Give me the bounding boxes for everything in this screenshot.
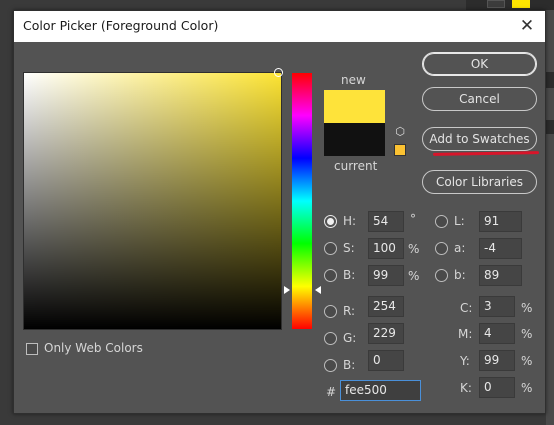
hsb-b-label: B:	[343, 268, 356, 282]
g-field[interactable]: 229	[368, 323, 404, 344]
r-label: R:	[343, 304, 356, 318]
k-label: K:	[460, 381, 472, 395]
y-unit: %	[521, 354, 533, 368]
color-field[interactable]	[24, 73, 281, 329]
add-to-swatches-button[interactable]: Add to Swatches	[422, 127, 537, 151]
color-field-black-gradient	[24, 73, 281, 329]
new-color-label: new	[341, 73, 366, 87]
only-web-colors-label: Only Web Colors	[44, 341, 143, 355]
hex-label: #	[326, 385, 337, 399]
hsb-b-unit: %	[408, 269, 420, 283]
close-icon[interactable]: ✕	[515, 14, 539, 38]
radio-h[interactable]	[324, 215, 337, 228]
red-underline-annotation	[432, 151, 540, 156]
k-field[interactable]: 0	[479, 377, 515, 398]
hue-slider[interactable]	[292, 73, 312, 329]
h-field[interactable]: 54	[368, 211, 404, 232]
h-unit: °	[410, 212, 416, 226]
l-label: L:	[454, 214, 465, 228]
background-swatch-yellow	[512, 0, 530, 8]
new-color-swatch[interactable]	[324, 90, 385, 123]
radio-s[interactable]	[324, 242, 337, 255]
rgb-b-label: B:	[343, 358, 356, 372]
y-label: Y:	[460, 354, 470, 368]
c-unit: %	[521, 301, 533, 315]
radio-hsb-b[interactable]	[324, 269, 337, 282]
s-label: S:	[343, 241, 355, 255]
dialog-titlebar: Color Picker (Foreground Color) ✕	[14, 11, 545, 42]
hue-slider-right-handle[interactable]	[315, 286, 321, 294]
cancel-button[interactable]: Cancel	[422, 87, 537, 111]
l-field[interactable]: 91	[479, 211, 522, 232]
gamut-warning-swatch[interactable]	[394, 144, 406, 156]
m-field[interactable]: 4	[479, 323, 515, 344]
hex-field[interactable]: fee500	[340, 380, 421, 401]
current-color-swatch[interactable]	[324, 123, 385, 156]
color-picker-dialog: Color Picker (Foreground Color) ✕ new cu…	[13, 10, 546, 414]
cube-icon[interactable]: ⬡	[394, 126, 406, 138]
current-color-label: current	[334, 159, 378, 173]
m-unit: %	[521, 327, 533, 341]
background-swatch-dark	[487, 0, 505, 8]
c-label: C:	[460, 301, 473, 315]
radio-lab-b[interactable]	[435, 269, 448, 282]
radio-l[interactable]	[435, 215, 448, 228]
hue-slider-left-handle[interactable]	[284, 286, 290, 294]
rgb-b-field[interactable]: 0	[368, 350, 404, 371]
radio-a[interactable]	[435, 242, 448, 255]
r-field[interactable]: 254	[368, 296, 404, 317]
hsb-b-field[interactable]: 99	[368, 265, 404, 286]
h-label: H:	[343, 214, 357, 228]
ok-button[interactable]: OK	[422, 52, 537, 76]
a-field[interactable]: -4	[479, 238, 522, 259]
c-field[interactable]: 3	[479, 296, 515, 317]
y-field[interactable]: 99	[479, 350, 515, 371]
k-unit: %	[521, 381, 533, 395]
background-panel-block	[546, 72, 554, 88]
s-field[interactable]: 100	[368, 238, 404, 259]
background-panel-block	[546, 120, 554, 134]
color-libraries-button[interactable]: Color Libraries	[422, 170, 537, 194]
lab-b-label: b:	[454, 268, 466, 282]
s-unit: %	[408, 242, 420, 256]
m-label: M:	[458, 327, 473, 341]
radio-g[interactable]	[324, 332, 337, 345]
only-web-colors-checkbox[interactable]	[26, 343, 38, 355]
g-label: G:	[343, 331, 357, 345]
color-field-marker[interactable]	[274, 68, 283, 77]
background-app-toolbar	[466, 0, 554, 10]
dialog-title: Color Picker (Foreground Color)	[23, 18, 219, 33]
radio-r[interactable]	[324, 305, 337, 318]
radio-rgb-b[interactable]	[324, 359, 337, 372]
background-app-panel	[546, 10, 554, 425]
lab-b-field[interactable]: 89	[479, 265, 522, 286]
a-label: a:	[454, 241, 466, 255]
